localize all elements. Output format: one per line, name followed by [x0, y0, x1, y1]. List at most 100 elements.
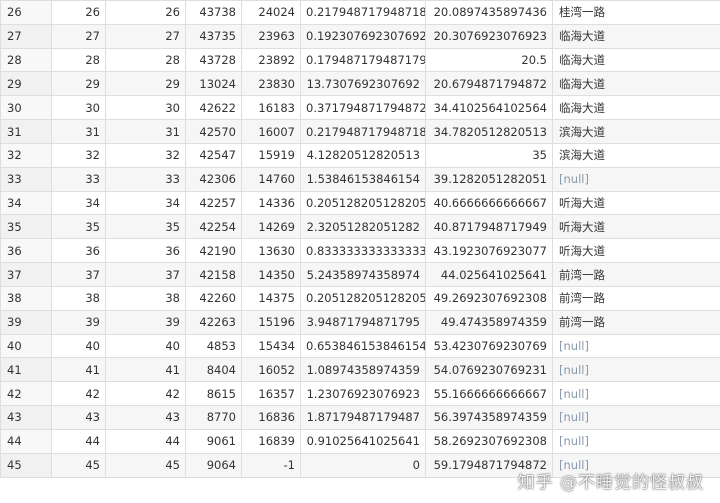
- table-cell-c7[interactable]: 20.3076923076923: [425, 23, 553, 49]
- table-cell-c7[interactable]: 20.6794871794872: [425, 71, 553, 97]
- table-cell-road[interactable]: 临海大道: [552, 23, 720, 49]
- table-cell-c2[interactable]: 38: [51, 285, 106, 311]
- table-cell-c3[interactable]: 33: [105, 166, 186, 192]
- table-row[interactable]: 32 32 32 42547 15919 4.12820512820513 35 滨海大道: [0, 142, 720, 168]
- table-cell-c4[interactable]: 42257: [185, 190, 242, 216]
- table-row[interactable]: 40 40 40 4853 15434 0.653846153846154 53.42307…: [0, 333, 720, 359]
- table-cell-c6[interactable]: 1.23076923076923: [300, 381, 426, 407]
- table-cell-c3[interactable]: 43: [105, 405, 186, 430]
- table-cell-c4[interactable]: 42190: [185, 238, 242, 264]
- table-cell-c5[interactable]: 23963: [241, 23, 301, 49]
- table-row[interactable]: 44 44 44 9061 16839 0.91025641025641 58.269230…: [0, 428, 720, 454]
- table-cell-road[interactable]: 临海大道: [552, 47, 720, 73]
- table-cell-c1[interactable]: 37: [0, 262, 52, 287]
- table-cell-c5[interactable]: 15196: [241, 309, 301, 335]
- table-cell-c6[interactable]: 5.24358974358974: [300, 262, 426, 287]
- table-cell-c5[interactable]: 15434: [241, 333, 301, 359]
- table-cell-c3[interactable]: 45: [105, 452, 186, 478]
- table-cell-c6[interactable]: 0.371794871794872: [300, 95, 426, 121]
- table-cell-c7[interactable]: 49.2692307692308: [425, 285, 553, 311]
- table-cell-c6[interactable]: 0.217948717948718: [300, 119, 426, 144]
- table-cell-c6[interactable]: 0.653846153846154: [300, 333, 426, 359]
- table-cell-c6[interactable]: 1.87179487179487: [300, 405, 426, 430]
- table-cell-c5[interactable]: 16007: [241, 119, 301, 144]
- table-cell-c2[interactable]: 39: [51, 309, 106, 335]
- table-cell-road[interactable]: 前湾一路: [552, 262, 720, 287]
- table-cell-road[interactable]: 听海大道: [552, 190, 720, 216]
- table-row[interactable]: 38 38 38 42260 14375 0.205128205128205 49.2692…: [0, 285, 720, 311]
- table-cell-c5[interactable]: 14375: [241, 285, 301, 311]
- table-cell-c7[interactable]: 34.4102564102564: [425, 95, 553, 121]
- table-row[interactable]: 26 26 26 43738 24024 0.217948717948718 20.0897…: [0, 0, 720, 25]
- table-cell-c4[interactable]: 8404: [185, 357, 242, 383]
- table-cell-c6[interactable]: 0.833333333333333: [300, 238, 426, 264]
- table-cell-c3[interactable]: 30: [105, 95, 186, 121]
- table-cell-road[interactable]: [null]: [552, 166, 720, 192]
- table-cell-c6[interactable]: 1.08974358974359: [300, 357, 426, 383]
- table-cell-c7[interactable]: 35: [425, 142, 553, 168]
- table-cell-c4[interactable]: 42263: [185, 309, 242, 335]
- table-cell-c2[interactable]: 44: [51, 428, 106, 454]
- table-cell-c1[interactable]: 27: [0, 23, 52, 49]
- table-cell-c1[interactable]: 26: [0, 0, 52, 25]
- table-row[interactable]: 37 37 37 42158 14350 5.24358974358974 44.02564…: [0, 262, 720, 287]
- table-row[interactable]: 27 27 27 43735 23963 0.192307692307692 20.3076…: [0, 23, 720, 49]
- table-cell-c2[interactable]: 27: [51, 23, 106, 49]
- table-cell-c4[interactable]: 9064: [185, 452, 242, 478]
- table-cell-c6[interactable]: 0.91025641025641: [300, 428, 426, 454]
- table-cell-c5[interactable]: 23830: [241, 71, 301, 97]
- table-cell-c3[interactable]: 35: [105, 214, 186, 240]
- table-row[interactable]: 39 39 39 42263 15196 3.94871794871795 49.47435…: [0, 309, 720, 335]
- table-cell-c3[interactable]: 42: [105, 381, 186, 407]
- table-cell-c5[interactable]: 23892: [241, 47, 301, 73]
- table-cell-c3[interactable]: 34: [105, 190, 186, 216]
- table-cell-c7[interactable]: 40.8717948717949: [425, 214, 553, 240]
- table-cell-c4[interactable]: 13024: [185, 71, 242, 97]
- table-cell-c5[interactable]: 16183: [241, 95, 301, 121]
- table-cell-c2[interactable]: 32: [51, 142, 106, 168]
- table-cell-c6[interactable]: 0: [300, 452, 426, 478]
- table-cell-c1[interactable]: 29: [0, 71, 52, 97]
- table-cell-c3[interactable]: 32: [105, 142, 186, 168]
- table-cell-c5[interactable]: 14760: [241, 166, 301, 192]
- table-cell-c4[interactable]: 43735: [185, 23, 242, 49]
- table-cell-c1[interactable]: 32: [0, 142, 52, 168]
- table-cell-c2[interactable]: 30: [51, 95, 106, 121]
- table-cell-c5[interactable]: 15919: [241, 142, 301, 168]
- table-cell-c1[interactable]: 28: [0, 47, 52, 73]
- table-cell-c6[interactable]: 3.94871794871795: [300, 309, 426, 335]
- table-cell-road[interactable]: 临海大道: [552, 71, 720, 97]
- table-cell-road[interactable]: [null]: [552, 428, 720, 454]
- table-cell-c6[interactable]: 2.32051282051282: [300, 214, 426, 240]
- table-cell-c4[interactable]: 8615: [185, 381, 242, 407]
- table-cell-c4[interactable]: 42254: [185, 214, 242, 240]
- table-cell-c3[interactable]: 44: [105, 428, 186, 454]
- table-cell-road[interactable]: [null]: [552, 357, 720, 383]
- table-cell-c2[interactable]: 29: [51, 71, 106, 97]
- table-cell-c1[interactable]: 42: [0, 381, 52, 407]
- table-cell-road[interactable]: 桂湾一路: [552, 0, 720, 25]
- table-cell-c3[interactable]: 26: [105, 0, 186, 25]
- table-cell-road[interactable]: [null]: [552, 381, 720, 407]
- table-row[interactable]: 34 34 34 42257 14336 0.205128205128205 40.6666…: [0, 190, 720, 216]
- table-cell-c5[interactable]: -1: [241, 452, 301, 478]
- table-row[interactable]: 33 33 33 42306 14760 1.53846153846154 39.12820…: [0, 166, 720, 192]
- table-cell-c2[interactable]: 28: [51, 47, 106, 73]
- table-cell-c1[interactable]: 31: [0, 119, 52, 144]
- table-cell-c2[interactable]: 34: [51, 190, 106, 216]
- table-cell-road[interactable]: 前湾一路: [552, 285, 720, 311]
- table-cell-c2[interactable]: 45: [51, 452, 106, 478]
- table-cell-c1[interactable]: 34: [0, 190, 52, 216]
- table-cell-c1[interactable]: 41: [0, 357, 52, 383]
- table-cell-c6[interactable]: 0.179487179487179: [300, 47, 426, 73]
- table-cell-c2[interactable]: 36: [51, 238, 106, 264]
- table-cell-c7[interactable]: 58.2692307692308: [425, 428, 553, 454]
- table-cell-c4[interactable]: 42306: [185, 166, 242, 192]
- table-cell-c5[interactable]: 13630: [241, 238, 301, 264]
- table-cell-c7[interactable]: 54.0769230769231: [425, 357, 553, 383]
- table-cell-c1[interactable]: 33: [0, 166, 52, 192]
- table-cell-c7[interactable]: 40.6666666666667: [425, 190, 553, 216]
- table-cell-road[interactable]: 听海大道: [552, 238, 720, 264]
- table-cell-c2[interactable]: 40: [51, 333, 106, 359]
- table-cell-c4[interactable]: 42547: [185, 142, 242, 168]
